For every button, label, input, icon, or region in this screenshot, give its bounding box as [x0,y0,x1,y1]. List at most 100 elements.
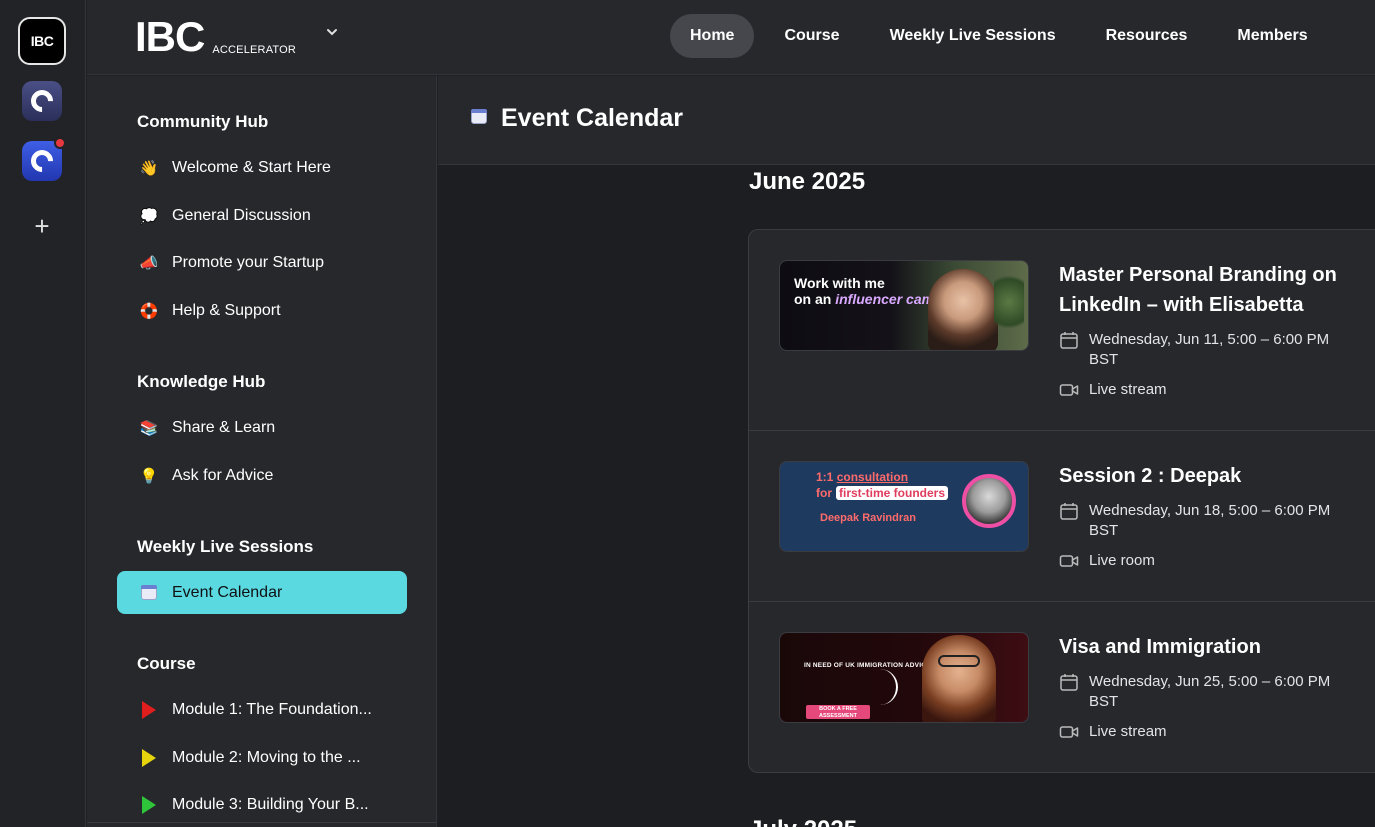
sidebar-item-label: Welcome & Start Here [172,158,331,176]
nav-home[interactable]: Home [670,14,755,58]
sidebar-item-share-learn[interactable]: 📚 Share & Learn [117,406,407,449]
books-icon: 📚 [139,419,159,437]
sidebar-item-module-2[interactable]: Module 2: Moving to the ... [117,736,407,779]
event-thumbnail[interactable]: 1:1 consultation for first-time founders … [779,461,1029,552]
lightbulb-icon: 💡 [139,467,159,485]
curved-arrow-icon [880,669,898,705]
megaphone-icon: 📣 [139,254,159,272]
logo-sub-text: ACCELERATOR [212,44,297,56]
thumbnail-button-graphic: BOOK A FREE ASSESSMENT [806,705,870,719]
event-date-row: Wednesday, Jun 11, 5:00 – 6:00 PM BST [1059,330,1349,370]
community-c-button-notify[interactable] [22,137,66,181]
month-heading: June 2025 [749,168,866,195]
event-location-row: Live stream [1059,722,1167,742]
thumbnail-speaker-name: Deepak Ravindran [820,512,916,524]
sidebar-item-label: General Discussion [172,206,311,224]
sidebar-divider [87,822,436,827]
top-header: IBC ACCELERATOR Home Course Weekly Live … [87,0,1375,75]
speaker-photo [928,269,998,350]
calendar-icon [139,583,159,603]
event-date: Wednesday, Jun 25, 5:00 – 6:00 PM BST [1089,673,1331,710]
month-heading: July 2025 [749,816,857,827]
nav-members[interactable]: Members [1217,14,1327,58]
page-header: Event Calendar [438,76,1375,165]
speaker-photo [962,474,1016,528]
event-location: Live stream [1089,381,1167,398]
nav-course[interactable]: Course [764,14,859,58]
c-logo-icon [26,85,58,117]
calendar-icon [1060,332,1078,349]
event-card[interactable]: 1:1 consultation for first-time founders … [749,431,1375,602]
sidebar-item-module-3[interactable]: Module 3: Building Your B... [117,783,407,826]
event-title[interactable]: Master Personal Branding on LinkedIn – w… [1059,260,1359,320]
sidebar-item-label: Share & Learn [172,418,276,436]
event-thumbnail[interactable]: Work with me on an influencer campaign [779,260,1029,351]
nav-resources[interactable]: Resources [1086,14,1208,58]
sidebar-item-label: Module 2: Moving to the ... [172,748,361,766]
speaker-photo [922,635,996,722]
speech-bubble-icon: 💭 [139,207,159,225]
sidebar-item-label: Module 3: Building Your B... [172,795,369,813]
logo-main-text: IBC [135,13,205,60]
event-card[interactable]: IN NEED OF UK IMMIGRATION ADVICE? BOOK A… [749,602,1375,772]
event-location-row: Live room [1059,551,1155,571]
event-date: Wednesday, Jun 11, 5:00 – 6:00 PM BST [1089,331,1330,368]
event-date-row: Wednesday, Jun 18, 5:00 – 6:00 PM BST [1059,501,1349,541]
sidebar-item-general-discussion[interactable]: 💭 General Discussion [117,194,407,237]
section-title-weekly-live-sessions: Weekly Live Sessions [137,537,314,556]
ibc-community-button[interactable]: IBC [18,17,66,65]
brand-logo[interactable]: IBC ACCELERATOR [135,13,297,60]
app-rail: IBC + [0,0,86,827]
video-camera-icon [1059,555,1079,567]
sidebar-item-label: Event Calendar [172,583,283,601]
events-list: Work with me on an influencer campaign M… [748,229,1375,773]
calendar-icon [471,108,487,129]
lifebuoy-icon: 🛟 [139,302,159,320]
sidebar-item-label: Module 1: The Foundation... [172,700,372,718]
waving-hand-icon: 👋 [139,159,159,177]
notification-dot [54,137,66,149]
red-play-icon [139,700,159,720]
video-camera-icon [1059,726,1079,738]
sidebar-item-module-1[interactable]: Module 1: The Foundation... [117,688,407,731]
calendar-icon [1060,674,1078,691]
event-card[interactable]: Work with me on an influencer campaign M… [749,230,1375,401]
thumbnail-text: 1:1 consultation [816,470,909,484]
thumbnail-text: for first-time founders [816,486,949,500]
sidebar-item-help-support[interactable]: 🛟 Help & Support [117,289,407,332]
event-title[interactable]: Session 2 : Deepak [1059,461,1359,491]
thumbnail-text: IN NEED OF UK IMMIGRATION ADVICE? [804,662,935,669]
sidebar-item-label: Ask for Advice [172,466,274,484]
section-title-community-hub: Community Hub [137,112,269,131]
plant-decoration [994,267,1024,337]
sidebar-item-event-calendar[interactable]: Event Calendar [117,571,407,614]
section-title-knowledge-hub: Knowledge Hub [137,372,266,391]
event-date: Wednesday, Jun 18, 5:00 – 6:00 PM BST [1089,502,1331,539]
event-title[interactable]: Visa and Immigration [1059,632,1359,662]
event-location: Live room [1089,552,1155,569]
community-c-button[interactable] [22,81,62,121]
c-logo-icon [26,145,58,177]
video-camera-icon [1059,384,1079,396]
green-play-icon [139,795,159,815]
chevron-down-icon[interactable] [325,25,341,45]
event-date-row: Wednesday, Jun 25, 5:00 – 6:00 PM BST [1059,672,1349,712]
glasses-decoration [938,655,980,667]
sidebar-item-label: Help & Support [172,301,281,319]
event-location-row: Live stream [1059,380,1167,400]
main-content: Event Calendar June 2025 Work with me on… [438,76,1375,827]
section-title-course: Course [137,654,196,673]
event-location: Live stream [1089,723,1167,740]
sidebar-item-ask-advice[interactable]: 💡 Ask for Advice [117,454,407,497]
add-community-button[interactable]: + [28,210,56,242]
event-thumbnail[interactable]: IN NEED OF UK IMMIGRATION ADVICE? BOOK A… [779,632,1029,723]
main-nav: Home Course Weekly Live Sessions Resourc… [670,14,1338,58]
sidebar-item-promote-startup[interactable]: 📣 Promote your Startup [117,241,407,284]
page-title: Event Calendar [501,104,684,132]
sidebar-item-label: Promote your Startup [172,253,325,271]
nav-weekly-live-sessions[interactable]: Weekly Live Sessions [870,14,1076,58]
yellow-play-icon [139,748,159,768]
calendar-icon [1060,503,1078,520]
sidebar-item-welcome[interactable]: 👋 Welcome & Start Here [117,146,407,189]
sidebar: Community Hub 👋 Welcome & Start Here 💭 G… [87,76,437,827]
